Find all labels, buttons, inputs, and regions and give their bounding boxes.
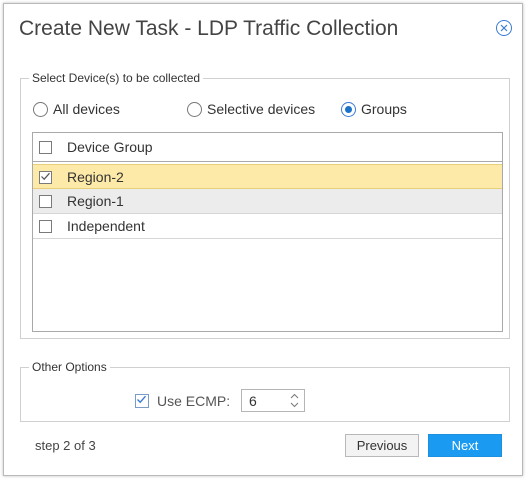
stepper-arrows-icon [290,393,299,408]
radio-label: All devices [53,101,120,117]
use-ecmp-checkbox[interactable] [135,394,149,408]
row-label: Region-1 [67,193,124,209]
other-options-legend: Other Options [32,360,107,374]
row-label: Region-2 [67,169,124,185]
row-checkbox-checked[interactable] [39,171,52,184]
device-group-table: Device Group Region-2 Region-1 Independe… [32,132,503,332]
radio-selective-devices[interactable]: Selective devices [187,101,315,117]
device-selection-legend: Select Device(s) to be collected [32,71,201,85]
radio-label: Groups [361,101,407,117]
table-row[interactable]: Region-2 [33,164,502,189]
row-checkbox[interactable] [39,195,52,208]
column-header-device-group: Device Group [67,139,153,155]
table-row[interactable]: Region-1 [33,189,502,214]
step-indicator: step 2 of 3 [35,438,96,453]
row-checkbox[interactable] [39,220,52,233]
radio-groups[interactable]: Groups [341,101,407,117]
radio-label: Selective devices [207,101,316,117]
radio-all-devices[interactable]: All devices [33,101,120,117]
use-ecmp-label: Use ECMP: [157,393,231,409]
radio-button[interactable] [187,101,202,117]
radio-button-selected[interactable] [341,101,356,117]
use-ecmp-option[interactable]: Use ECMP: [135,393,230,409]
next-button[interactable]: Next [428,434,502,457]
radio-button[interactable] [33,101,48,117]
checkmark-icon [41,172,50,181]
select-all-checkbox[interactable] [39,141,52,154]
row-label: Independent [67,218,145,234]
previous-button[interactable]: Previous [345,434,419,457]
ecmp-value-stepper[interactable]: 6 [241,389,305,412]
create-task-dialog: Create New Task - LDP Traffic Collection… [3,3,523,476]
table-row[interactable]: Independent [33,214,502,239]
table-header: Device Group [33,133,502,162]
checkmark-icon [137,395,147,404]
dialog-title: Create New Task - LDP Traffic Collection [19,17,399,40]
close-icon[interactable] [496,20,512,36]
ecmp-value[interactable]: 6 [249,393,257,409]
